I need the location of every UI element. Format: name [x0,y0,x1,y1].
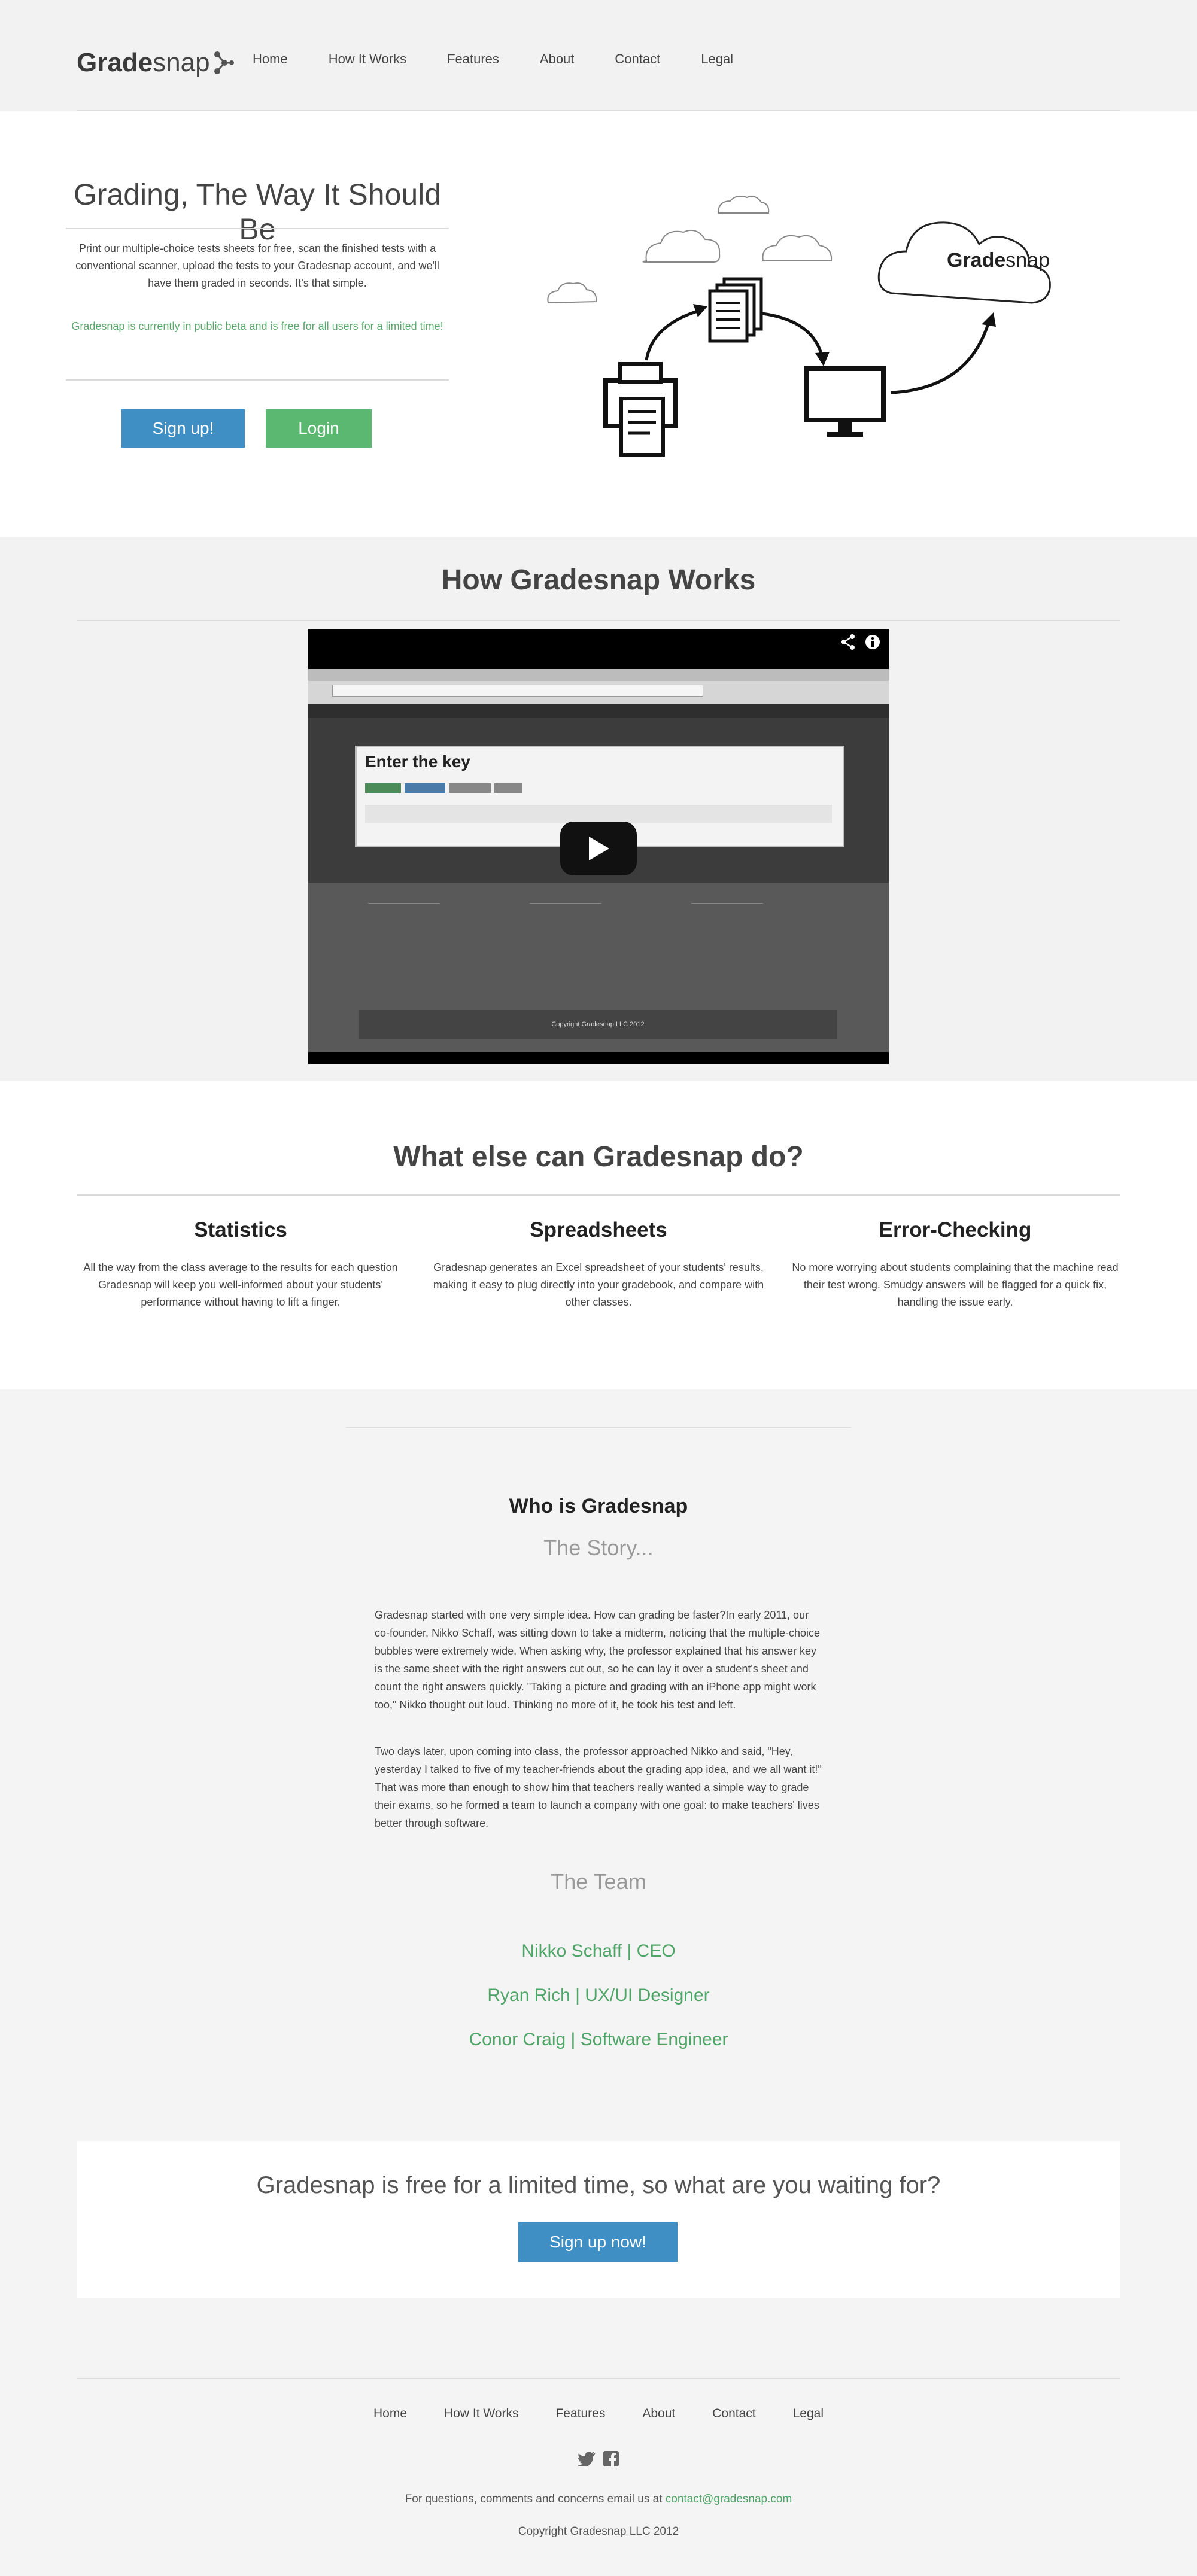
svg-text:Gradesnap: Gradesnap [947,249,1050,272]
cloud-logo-light: snap [1005,249,1050,272]
about-title-light: snap [640,1495,688,1517]
footer-divider [77,2378,1120,2379]
feature-statistics: Statistics All the way from the class av… [73,1218,408,1311]
nav-links: Home How It Works Features About Contact… [253,51,774,67]
documents-icon [708,277,763,343]
share-icon[interactable] [841,634,855,654]
nav-link-about[interactable]: About [540,51,575,67]
facebook-icon[interactable] [603,2451,619,2469]
video-player[interactable]: Enter the key Copyright Gradesnap LLC 20… [308,629,889,1064]
feature-text: Gradesnap generates an Excel spreadsheet… [433,1261,764,1308]
footer-link-contact[interactable]: Contact [712,2407,755,2421]
feature-title: Error-Checking [879,1218,1032,1242]
footer-link-legal[interactable]: Legal [793,2407,824,2421]
feature-text: No more worrying about students complain… [792,1261,1119,1308]
story-heading: The Story... [543,1535,654,1560]
contact-email-link[interactable]: contact@gradesnap.com [666,2493,792,2505]
cloud-logo-bold: Grade [947,249,1005,272]
features-section: What else can Gradesnap do? Statistics A… [0,1081,1197,1389]
logo-light: snap [153,48,210,77]
logo-bold: Grade [77,48,153,77]
hero-description: Print our multiple-choice tests sheets f… [75,242,439,289]
login-button[interactable]: Login [266,409,372,448]
footer-contact: For questions, comments and concerns ema… [0,2493,1197,2506]
footer-link-home[interactable]: Home [373,2407,407,2421]
nav-link-how-it-works[interactable]: How It Works [329,51,406,67]
team-member-conor[interactable]: Conor Craig | Software Engineer [0,2030,1197,2050]
play-icon [589,837,609,860]
footer-copyright: Copyright Gradesnap LLC 2012 [518,2525,679,2538]
feature-spreadsheets: Spreadsheets Gradesnap generates an Exce… [431,1218,766,1311]
printer-icon [603,362,678,457]
gradesnap-cloud-icon: Gradesnap [877,221,1051,304]
hero-beta-notice: Gradesnap is currently in public beta an… [71,320,443,332]
cloud-icon [547,196,833,304]
footer-link-about[interactable]: About [642,2407,675,2421]
about-title-bold: Grade [581,1495,640,1517]
team-heading: The Team [551,1869,646,1894]
logo[interactable]: Grade snap [77,48,234,78]
feature-error-checking: Error-Checking No more worrying about st… [788,1218,1123,1311]
footer-link-features[interactable]: Features [555,2407,605,2421]
feature-title: Spreadsheets [530,1218,667,1242]
video-panel-title: Enter the key [365,752,470,771]
how-section-title: How Gradesnap Works [441,564,756,596]
team-member-ryan[interactable]: Ryan Rich | UX/UI Designer [0,1985,1197,2006]
nav-link-features[interactable]: Features [447,51,499,67]
social-links [578,2451,619,2469]
features-title: What else can Gradesnap do? [393,1141,804,1173]
hero-divider-bottom [66,379,449,381]
hero-title: Grading, The Way It Should Be [73,178,442,246]
hero-divider-top [66,228,449,229]
monitor-icon [804,366,886,437]
cta-text: Gradesnap is free for a limited time, so… [256,2172,941,2198]
hero-illustration: Gradesnap [547,196,1051,457]
feature-text: All the way from the class average to th… [83,1261,398,1308]
feature-title: Statistics [194,1218,287,1242]
features-divider [77,1194,1120,1196]
video-copyright: Copyright Gradesnap LLC 2012 [359,1010,837,1039]
info-icon[interactable] [865,634,880,654]
cta-panel: Gradesnap is free for a limited time, so… [77,2141,1120,2298]
nav-link-home[interactable]: Home [253,51,288,67]
footer-link-how-it-works[interactable]: How It Works [444,2407,518,2421]
about-title: Who is Gradesnap [0,1495,1197,1518]
story-paragraph-2: Two days later, upon coming into class, … [375,1745,822,1829]
how-divider [77,620,1120,621]
about-title-prefix: Who is [509,1495,582,1517]
play-button[interactable] [560,822,637,875]
signup-now-button[interactable]: Sign up now! [518,2222,678,2262]
top-navbar: Grade snap Home How It Works Features Abo… [0,0,1197,111]
twitter-icon[interactable] [578,2451,596,2469]
logo-dots-icon [214,51,234,74]
signup-button[interactable]: Sign up! [121,409,245,448]
story-paragraph-1: Gradesnap started with one very simple i… [375,1609,821,1711]
nav-link-contact[interactable]: Contact [615,51,660,67]
nav-link-legal[interactable]: Legal [701,51,733,67]
how-it-works-section: How Gradesnap Works Enter the key Copyri… [0,537,1197,1081]
footer-links: Home How It Works Features About Contact… [0,2407,1197,2421]
footer-contact-text: For questions, comments and concerns ema… [405,2493,666,2505]
about-divider [346,1427,851,1428]
hero-section: Grading, The Way It Should Be Print our … [0,111,1197,537]
team-member-nikko[interactable]: Nikko Schaff | CEO [0,1941,1197,1961]
